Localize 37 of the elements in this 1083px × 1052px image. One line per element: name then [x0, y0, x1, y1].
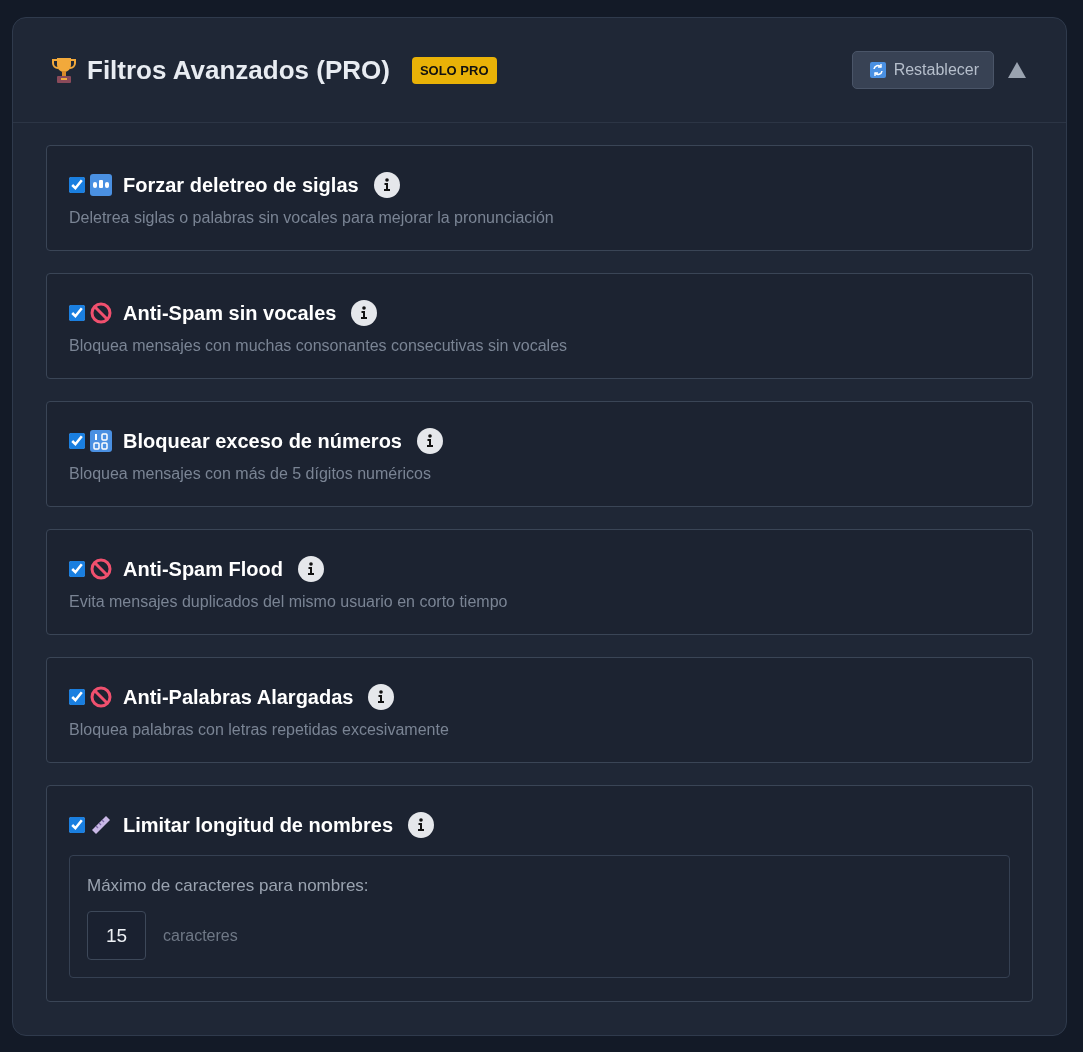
refresh-icon	[869, 62, 886, 78]
filter-title: Bloquear exceso de números	[123, 429, 402, 453]
setting-label: Máximo de caracteres para nombres:	[87, 876, 370, 896]
filter-title: Limitar longitud de nombres	[123, 813, 393, 837]
info-icon[interactable]	[351, 300, 378, 326]
filter-description: Bloquea palabras con letras repetidas excesivamente	[69, 721, 450, 739]
trophy-icon	[51, 56, 77, 84]
filter-description: Evita mensajes duplicados del mismo usuario en corto tiempo	[69, 593, 509, 611]
prohibited-icon	[90, 686, 112, 708]
unit-label: caracteres	[163, 926, 238, 945]
filter-title: Anti-Spam sin vocales	[123, 301, 337, 325]
filter-checkbox[interactable]	[69, 817, 85, 833]
reset-button[interactable]: Restablecer	[851, 51, 994, 89]
info-icon[interactable]	[408, 812, 434, 838]
panel-title: Filtros Avanzados (PRO)	[87, 54, 390, 86]
info-icon[interactable]	[373, 172, 400, 198]
filter-checkbox[interactable]	[69, 561, 85, 577]
info-icon[interactable]	[368, 684, 395, 710]
filter-description: Bloquea mensajes con muchas consonantes consecutivas sin vocales	[69, 337, 569, 355]
prohibited-icon	[90, 302, 112, 324]
filter-title: Forzar deletreo de siglas	[123, 173, 359, 197]
filter-description: Deletrea siglas o palabras sin vocales para mejorar la pronunciación	[69, 209, 555, 227]
filter-title: Anti-Spam Flood	[123, 557, 283, 581]
info-icon[interactable]	[417, 428, 443, 454]
ruler-icon	[90, 814, 112, 836]
filter-description: Bloquea mensajes con más de 5 dígitos numéricos	[69, 465, 432, 483]
letters-icon	[90, 174, 112, 196]
filter-title: Anti-Palabras Alargadas	[123, 685, 354, 709]
filter-checkbox[interactable]	[69, 689, 85, 705]
pro-badge: SOLO PRO	[411, 56, 497, 84]
filter-checkbox[interactable]	[69, 305, 85, 321]
filter-checkbox[interactable]	[69, 177, 85, 193]
number-field[interactable]: 15	[87, 911, 146, 960]
prohibited-icon	[90, 558, 112, 580]
info-icon[interactable]	[298, 556, 324, 582]
numbers-icon	[90, 430, 112, 452]
filter-checkbox[interactable]	[69, 433, 85, 449]
